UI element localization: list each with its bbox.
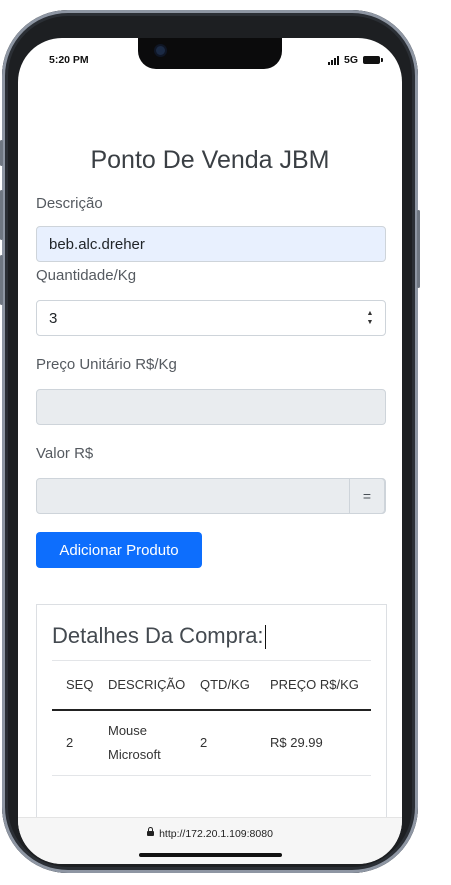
- home-indicator[interactable]: [139, 853, 282, 857]
- volume-down-button: [0, 255, 3, 305]
- quantidade-input[interactable]: 3 ▲ ▼: [36, 300, 386, 336]
- page-title: Ponto De Venda JBM: [90, 146, 330, 174]
- cell-preco: R$ 29.99: [256, 709, 371, 776]
- status-indicators: 5G: [327, 54, 383, 66]
- cell-seq: 2: [52, 709, 94, 776]
- quantidade-label: Quantidade/Kg: [36, 267, 137, 284]
- volume-up-button: [0, 190, 3, 240]
- column-header-preco: PREÇO R$/KG: [256, 660, 371, 711]
- column-header-seq: SEQ: [52, 660, 94, 711]
- mute-switch: [0, 140, 3, 166]
- url-text: http://172.20.1.109:8080: [159, 828, 273, 840]
- signal-icon: [327, 55, 339, 65]
- purchase-details-title: Detalhes Da Compra:: [52, 623, 266, 650]
- descricao-value: beb.alc.dreher: [49, 235, 145, 253]
- valor-input: =: [36, 478, 386, 514]
- add-product-button[interactable]: Adicionar Produto: [36, 532, 202, 568]
- chevron-down-icon[interactable]: ▼: [367, 319, 374, 326]
- purchase-table: SEQ DESCRIÇÃO QTD/KG PREÇO R$/KG 2 Mouse…: [52, 660, 371, 776]
- url-display[interactable]: http://172.20.1.109:8080: [18, 827, 402, 840]
- preco-input: [36, 389, 386, 425]
- phone-frame: 5:20 PM 5G Ponto De Venda JBM Descrição …: [0, 10, 420, 873]
- preco-label: Preço Unitário R$/Kg: [36, 356, 177, 373]
- valor-label: Valor R$: [36, 445, 94, 462]
- purchase-details-card: Detalhes Da Compra: SEQ DESCRIÇÃO QTD/KG…: [36, 604, 387, 818]
- power-button: [417, 210, 420, 288]
- lock-icon: [147, 827, 155, 836]
- chevron-up-icon[interactable]: ▲: [367, 310, 374, 317]
- cell-qtd: 2: [186, 709, 256, 776]
- quantidade-value: 3: [49, 309, 58, 327]
- notch: [138, 38, 282, 69]
- cell-descricao: Mouse Microsoft: [94, 709, 186, 776]
- network-type: 5G: [343, 54, 358, 66]
- quantity-stepper[interactable]: ▲ ▼: [365, 310, 375, 326]
- battery-icon: [363, 56, 383, 64]
- browser-url-bar[interactable]: http://172.20.1.109:8080: [18, 817, 402, 864]
- page-content: 5:20 PM 5G Ponto De Venda JBM Descrição …: [18, 38, 402, 818]
- equals-addon[interactable]: =: [349, 478, 385, 514]
- phone-screen: 5:20 PM 5G Ponto De Venda JBM Descrição …: [18, 38, 402, 864]
- descricao-label: Descrição: [36, 195, 103, 212]
- column-header-qtd: QTD/KG: [186, 660, 256, 711]
- status-time: 5:20 PM: [49, 54, 89, 66]
- table-row: 2 Mouse Microsoft 2 R$ 29.99: [52, 709, 371, 776]
- text-cursor: [264, 625, 266, 650]
- descricao-input[interactable]: beb.alc.dreher: [36, 226, 386, 262]
- camera-icon: [156, 46, 165, 55]
- column-header-descricao: DESCRIÇÃO: [94, 660, 186, 711]
- table-header-row: SEQ DESCRIÇÃO QTD/KG PREÇO R$/KG: [52, 660, 371, 711]
